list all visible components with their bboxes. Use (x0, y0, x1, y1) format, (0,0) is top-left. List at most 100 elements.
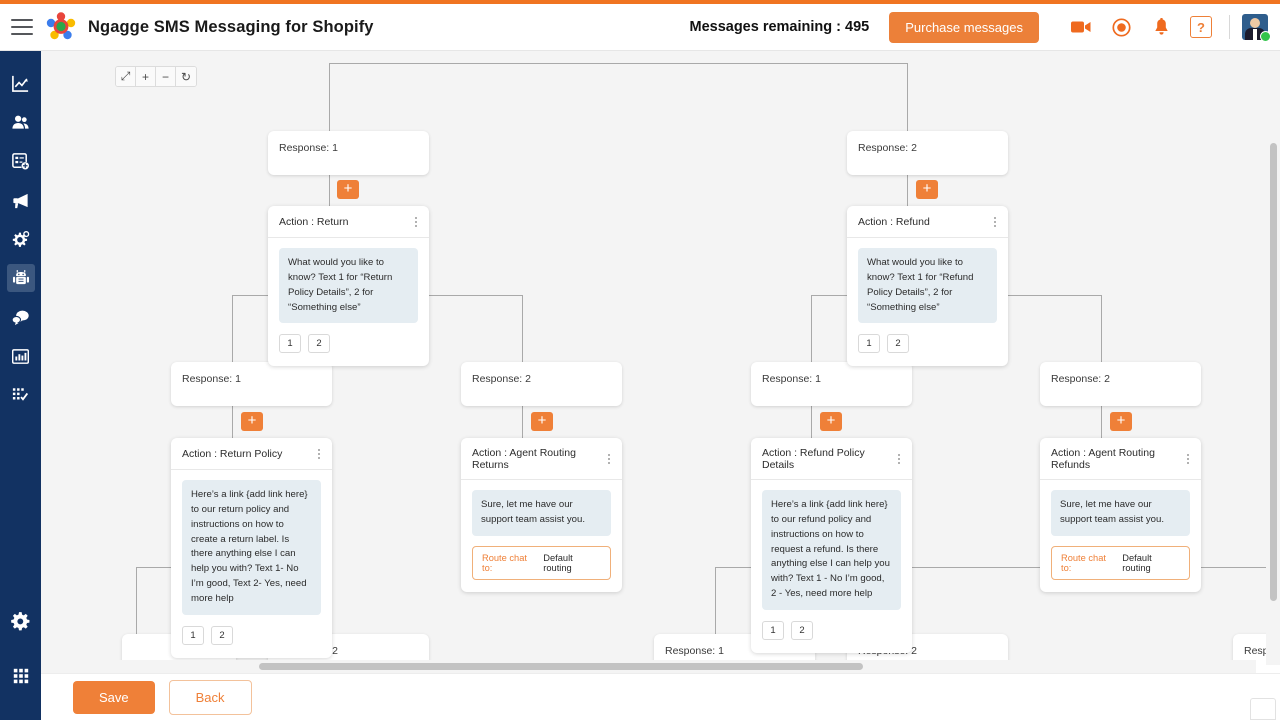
gear-settings-icon (12, 230, 30, 247)
route-chat-selector[interactable]: Route chat to: Default routing (472, 545, 611, 580)
action-card[interactable]: Action : Refund What would you like to kn… (847, 206, 1008, 367)
save-button[interactable]: Save (73, 680, 155, 714)
sidebar-item-campaigns[interactable] (7, 186, 35, 214)
fit-screen-button[interactable]: ⤢ (116, 67, 136, 86)
action-card-title: Action : Refund (858, 216, 930, 228)
sidebar-item-analytics[interactable] (7, 69, 35, 97)
sidebar-item-contacts[interactable] (7, 108, 35, 136)
response-card[interactable]: Response: 2 (461, 362, 622, 406)
zoom-in-button[interactable]: + (136, 67, 156, 86)
response-card[interactable]: Response: 2 (1040, 362, 1201, 406)
connector-line (1101, 295, 1102, 362)
action-card[interactable]: Action : Agent Routing Refunds Sure, let … (1040, 438, 1201, 592)
reply-option-row: 12 (762, 621, 901, 641)
action-message-bubble: Here’s a link {add link here} to our ref… (762, 490, 901, 611)
action-card-title: Action : Agent Routing Refunds (1051, 447, 1155, 471)
add-node-button[interactable]: + (820, 412, 842, 431)
back-button[interactable]: Back (168, 679, 252, 715)
sidebar-item-bot[interactable] (6, 264, 35, 292)
megaphone-icon (13, 193, 28, 208)
footer-action-bar: Save Back (41, 673, 1280, 720)
response-card[interactable]: Response: 1 (751, 362, 912, 406)
route-chat-value: Default routing (543, 552, 573, 573)
response-card-label: Response: 2 (1051, 373, 1110, 385)
action-card-title: Action : Refund Policy Details (762, 447, 865, 471)
reply-option-row: 12 (182, 625, 321, 645)
sidebar-item-settings[interactable] (7, 607, 35, 635)
chat-bubbles-icon (11, 310, 29, 325)
reply-option-button[interactable]: 2 (211, 625, 233, 645)
sidebar-item-templates[interactable] (7, 381, 35, 409)
help-button[interactable]: ? (1190, 16, 1212, 38)
page-title: Ngagge SMS Messaging for Shopify (88, 17, 374, 36)
route-chat-selector[interactable]: Route chat to: Default routing (1051, 545, 1190, 580)
add-node-button[interactable]: + (531, 412, 553, 431)
kebab-menu-icon[interactable] (316, 447, 322, 461)
action-card[interactable]: Action : Agent Routing Returns Sure, let … (461, 438, 622, 592)
reply-option-button[interactable]: 1 (762, 621, 784, 641)
header-divider (1229, 15, 1230, 39)
flow-canvas-area[interactable]: Response: 1 Response: 2 Response: 1 Respons… (41, 51, 1280, 673)
action-card-header: Action : Return (268, 206, 429, 238)
response-card[interactable]: Response: 1 (268, 131, 429, 175)
hamburger-icon[interactable] (11, 19, 33, 35)
route-chat-label: Route chat to: (482, 552, 527, 573)
action-card-header: Action : Agent Routing Returns (461, 438, 622, 480)
add-node-button[interactable]: + (337, 180, 359, 199)
sidebar-item-automation[interactable] (7, 225, 35, 253)
kebab-menu-icon[interactable] (606, 452, 612, 466)
response-card[interactable]: Response: 2 (847, 131, 1008, 175)
connector-line (715, 567, 716, 634)
zoom-out-button[interactable]: − (156, 67, 176, 86)
kebab-menu-icon[interactable] (896, 452, 902, 466)
action-card-header: Action : Return Policy (171, 438, 332, 470)
notification-bell-icon[interactable] (1150, 16, 1172, 38)
add-node-button[interactable]: + (241, 412, 263, 431)
video-camera-icon[interactable] (1070, 16, 1092, 38)
gear-icon (11, 611, 30, 630)
sidebar-item-reports[interactable] (7, 342, 35, 370)
flow-canvas-inner: Response: 1 Response: 2 Response: 1 Respons… (41, 51, 1280, 673)
reply-option-button[interactable]: 2 (791, 621, 813, 641)
reply-option-button[interactable]: 1 (279, 334, 301, 354)
reply-option-button[interactable]: 1 (182, 625, 204, 645)
connector-line (522, 295, 523, 362)
action-card[interactable]: Action : Return Policy Here’s a link {add… (171, 438, 332, 658)
vertical-scrollbar-thumb[interactable] (1270, 143, 1277, 601)
reply-option-row: 12 (858, 334, 997, 354)
record-icon[interactable] (1110, 16, 1132, 38)
connector-line (136, 567, 137, 634)
action-card[interactable]: Action : Return What would you like to kn… (268, 206, 429, 367)
sidebar-item-add-list[interactable] (7, 147, 35, 175)
response-card[interactable]: Response: 1 (171, 362, 332, 406)
sidebar-item-conversations[interactable] (7, 303, 35, 331)
people-icon (12, 115, 29, 129)
user-avatar[interactable] (1242, 14, 1271, 42)
action-message-bubble: Sure, let me have our support team assis… (472, 490, 611, 536)
action-message-bubble: What would you like to know? Text 1 for … (858, 248, 997, 324)
reset-view-button[interactable]: ↻ (176, 67, 196, 86)
kebab-menu-icon[interactable] (413, 215, 419, 229)
add-node-button[interactable]: + (916, 180, 938, 199)
route-chat-value: Default routing (1122, 552, 1152, 573)
action-card-title: Action : Return Policy (182, 448, 283, 460)
reply-option-button[interactable]: 1 (858, 334, 880, 354)
robot-icon (12, 270, 29, 285)
horizontal-scrollbar-thumb[interactable] (259, 663, 863, 670)
kebab-menu-icon[interactable] (1185, 452, 1191, 466)
messages-remaining-label: Messages remaining : 495 (689, 19, 870, 35)
connector-line (811, 295, 812, 362)
reply-option-button[interactable]: 2 (308, 334, 330, 354)
canvas-zoom-toolbar: ⤢ + − ↻ (115, 66, 197, 87)
action-card[interactable]: Action : Refund Policy Details Here’s a l… (751, 438, 912, 654)
corner-widget[interactable] (1250, 698, 1276, 720)
kebab-menu-icon[interactable] (992, 215, 998, 229)
grid-apps-icon (13, 668, 28, 684)
action-card-header: Action : Refund (847, 206, 1008, 238)
flow-diagram-pane: Response: 1 Response: 2 Response: 1 Respons… (60, 51, 1280, 673)
add-node-button[interactable]: + (1110, 412, 1132, 431)
sidebar-item-apps[interactable] (7, 662, 35, 690)
reply-option-button[interactable]: 2 (887, 334, 909, 354)
bar-chart-icon (11, 348, 30, 364)
purchase-messages-button[interactable]: Purchase messages (889, 11, 1039, 43)
